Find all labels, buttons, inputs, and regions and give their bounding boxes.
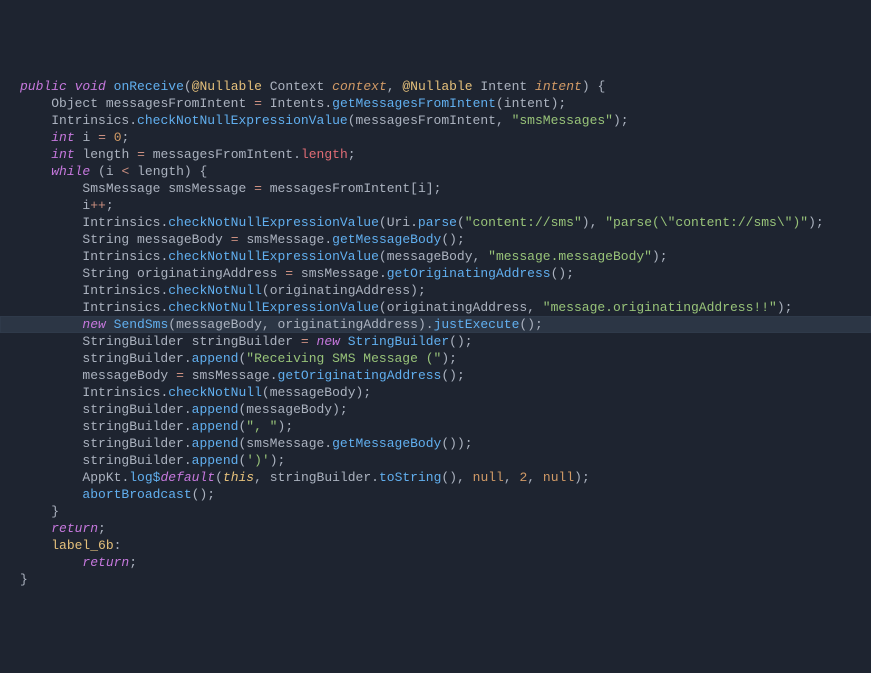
code-line: return;	[0, 554, 871, 571]
code-line: stringBuilder.append(", ");	[0, 418, 871, 435]
code-line: Intrinsics.checkNotNullExpressionValue(U…	[0, 214, 871, 231]
code-line: AppKt.log$default(this, stringBuilder.to…	[0, 469, 871, 486]
code-line: Intrinsics.checkNotNull(originatingAddre…	[0, 282, 871, 299]
code-line: while (i < length) {	[0, 163, 871, 180]
code-editor[interactable]: public void onReceive(@Nullable Context …	[0, 78, 871, 588]
code-line: i++;	[0, 197, 871, 214]
code-line: Intrinsics.checkNotNullExpressionValue(m…	[0, 112, 871, 129]
highlighted-line: new SendSms(messageBody, originatingAddr…	[0, 316, 871, 333]
code-line: return;	[0, 520, 871, 537]
code-line: SmsMessage smsMessage = messagesFromInte…	[0, 180, 871, 197]
code-line: Intrinsics.checkNotNullExpressionValue(o…	[0, 299, 871, 316]
code-line: messageBody = smsMessage.getOriginatingA…	[0, 367, 871, 384]
code-line: stringBuilder.append("Receiving SMS Mess…	[0, 350, 871, 367]
code-line: abortBroadcast();	[0, 486, 871, 503]
code-line: stringBuilder.append(messageBody);	[0, 401, 871, 418]
code-line: String originatingAddress = smsMessage.g…	[0, 265, 871, 282]
code-line: Intrinsics.checkNotNull(messageBody);	[0, 384, 871, 401]
code-line: stringBuilder.append(smsMessage.getMessa…	[0, 435, 871, 452]
code-line: int length = messagesFromIntent.length;	[0, 146, 871, 163]
code-line: stringBuilder.append(')');	[0, 452, 871, 469]
code-line: int i = 0;	[0, 129, 871, 146]
code-line: StringBuilder stringBuilder = new String…	[0, 333, 871, 350]
code-line: String messageBody = smsMessage.getMessa…	[0, 231, 871, 248]
code-line: }	[0, 571, 871, 588]
code-line: Object messagesFromIntent = Intents.getM…	[0, 95, 871, 112]
code-line: public void onReceive(@Nullable Context …	[0, 78, 871, 95]
code-line: }	[0, 503, 871, 520]
code-line: Intrinsics.checkNotNullExpressionValue(m…	[0, 248, 871, 265]
